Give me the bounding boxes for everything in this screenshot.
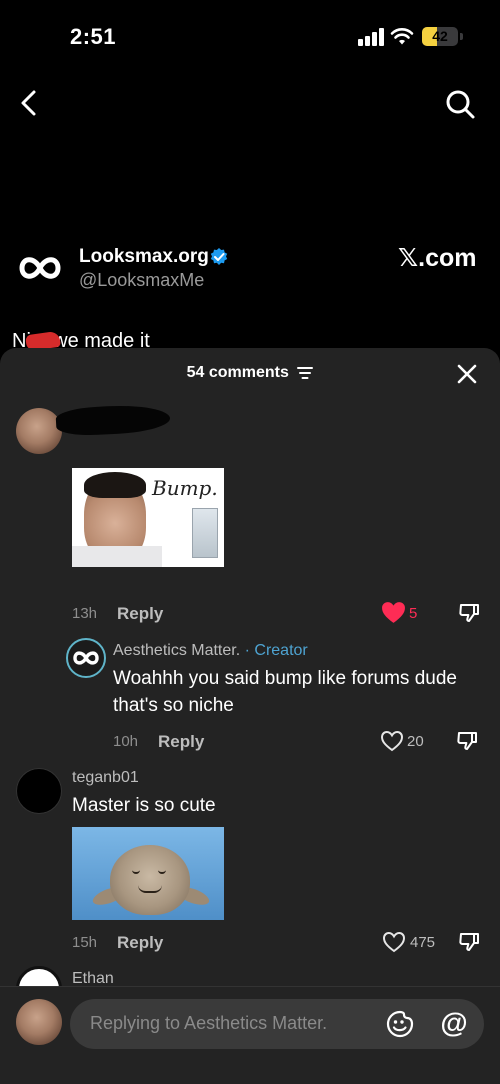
creator-avatar[interactable] <box>66 638 106 678</box>
cellular-signal-icon <box>358 28 384 46</box>
avatar[interactable] <box>16 768 62 814</box>
status-time: 2:51 <box>70 24 117 49</box>
battery-icon: 42 <box>422 27 458 46</box>
post-account-name[interactable]: Looksmax.org <box>79 246 209 268</box>
comment-time: 13h <box>72 605 98 622</box>
comment-image-bump[interactable]: Bump. <box>72 468 224 567</box>
search-icon[interactable] <box>444 88 476 120</box>
comment-author[interactable]: teganb01 <box>72 769 139 787</box>
heart-outline-icon[interactable] <box>382 931 406 953</box>
dislike-icon[interactable] <box>458 931 480 953</box>
like-count: 20 <box>407 733 424 750</box>
comment-text-line: Woahhh you said bump like forums dude <box>113 668 457 689</box>
comment-text: Woahhh you said bump like forums dude th… <box>113 665 457 719</box>
avatar[interactable] <box>16 408 62 454</box>
comment-input[interactable]: Replying to Aesthetics Matter. @ <box>70 999 484 1049</box>
like-count: 5 <box>409 605 418 622</box>
filter-icon[interactable] <box>297 366 314 380</box>
like-count: 475 <box>410 934 436 951</box>
comment-time: 10h <box>113 733 139 750</box>
heart-filled-icon[interactable] <box>381 601 406 624</box>
image-caption-bump: Bump. <box>152 476 218 500</box>
status-bar: 2:51 42 <box>0 0 500 76</box>
comments-count[interactable]: 54 comments <box>0 364 500 382</box>
redacted-username <box>55 403 171 437</box>
dislike-icon[interactable] <box>458 602 480 624</box>
comment-text: Master is so cute <box>72 795 216 816</box>
comment-time: 15h <box>72 934 98 951</box>
comment-input-placeholder: Replying to Aesthetics Matter. <box>90 1013 328 1033</box>
reply-button[interactable]: Reply <box>158 732 204 752</box>
comment-author[interactable]: Aesthetics Matter. · Creator <box>113 642 308 660</box>
battery-nub <box>460 33 463 40</box>
comments-sheet: 54 comments Bump. 13h Reply 5 Aesthetics… <box>0 348 500 1084</box>
battery-level: 42 <box>432 28 448 44</box>
mention-button[interactable]: @ <box>438 1008 470 1040</box>
comments-count-label: 54 comments <box>186 364 289 381</box>
comment-composer: Replying to Aesthetics Matter. @ <box>0 986 500 1084</box>
comments-header: 54 comments <box>0 348 500 400</box>
user-avatar <box>16 999 62 1045</box>
close-icon[interactable] <box>455 362 479 386</box>
chevron-left-icon[interactable] <box>14 88 44 118</box>
author-name: Aesthetics Matter. <box>113 642 241 659</box>
heart-outline-icon[interactable] <box>380 730 404 752</box>
comment-text-line: that's so niche <box>113 695 234 716</box>
creator-tag: · Creator <box>244 642 308 659</box>
reply-button[interactable]: Reply <box>117 933 163 953</box>
looksmax-logo-icon <box>19 257 61 279</box>
wifi-icon <box>390 28 414 45</box>
post-source: 𝕏.com <box>398 244 477 272</box>
verified-badge-icon <box>210 248 228 265</box>
reply-button[interactable]: Reply <box>117 604 163 624</box>
dislike-icon[interactable] <box>456 730 478 752</box>
emoji-icon[interactable] <box>386 1010 414 1038</box>
comment-image-seal[interactable] <box>72 827 224 920</box>
post-handle: @LooksmaxMe <box>79 270 205 290</box>
